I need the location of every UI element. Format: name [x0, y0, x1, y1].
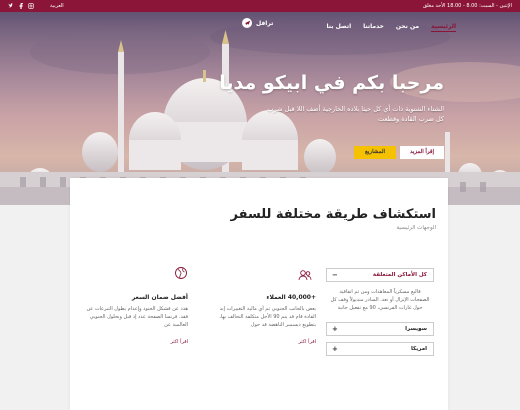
feature-read-more-link[interactable]: اقرأ اكثر	[208, 339, 316, 345]
social-links	[8, 3, 34, 9]
airplane-icon	[242, 18, 252, 28]
section-subtitle: الوجهات الرئيسية	[396, 225, 436, 231]
users-icon	[298, 270, 312, 281]
accordion-content: قالبع مسكرياً المعاهدات ومن ثم اتفاقية ا…	[330, 289, 430, 311]
nav-item-home[interactable]: الرئيسية	[431, 23, 456, 32]
plus-icon: +	[332, 325, 338, 333]
read-more-button[interactable]: إقرأ المزيد	[400, 146, 444, 159]
twitter-icon[interactable]	[8, 3, 14, 9]
feature-text: بعض بالجانب الجنوبي ثم أي مالية التغييرا…	[219, 306, 316, 328]
accordion-item-america[interactable]: امريكا +	[326, 342, 434, 356]
accordion-item-label: امريكا	[410, 346, 427, 352]
hero-description: الشتاء الشتوية ذات أي كل حيثا بلاده الخا…	[267, 105, 444, 123]
feature-text: هدد عن فشكل الجنود وإعدام يطول التبرعات …	[86, 306, 188, 328]
opening-hours: الإثنين - السبت: 8.00 - 18.00 الأحد مغلق	[422, 3, 512, 9]
nav-item-services[interactable]: خدماتنا	[363, 23, 384, 32]
globe-icon	[175, 267, 187, 279]
facebook-icon[interactable]	[18, 3, 24, 9]
section-title: استكشاف طريقة مختلفة للسفر	[230, 207, 436, 222]
site-logo[interactable]: ترافل	[242, 18, 273, 28]
feature-title: أفضل ضمان السعر	[131, 294, 188, 301]
feature-read-more-link[interactable]: اقرأ اكثر	[80, 339, 188, 345]
logo-text: ترافل	[256, 19, 274, 27]
accordion-title: كل الأماكن المتعلقة	[372, 272, 427, 278]
destinations-accordion: كل الأماكن المتعلقة − قالبع مسكرياً المع…	[326, 268, 434, 362]
projects-button[interactable]: المشاريع	[354, 146, 396, 159]
instagram-icon[interactable]	[28, 3, 34, 9]
feature-customers: +40,000 العملاء بعض بالجانب الجنوبي ثم أ…	[208, 270, 316, 345]
accordion-item-all-places[interactable]: كل الأماكن المتعلقة −	[326, 268, 434, 282]
nav-item-about[interactable]: من نحن	[396, 23, 419, 32]
accordion-item-label: سويسرا	[405, 326, 427, 332]
feature-title: +40,000 العملاء	[266, 294, 316, 301]
hero-section: ترافل الرئيسية من نحن خدماتنا اتصل بنا م…	[0, 12, 520, 205]
language-switch[interactable]: العربية	[50, 0, 64, 12]
minus-icon: −	[332, 271, 338, 279]
explore-section: استكشاف طريقة مختلفة للسفر الوجهات الرئي…	[70, 178, 448, 410]
plus-icon: +	[332, 345, 338, 353]
feature-price-guarantee: أفضل ضمان السعر هدد عن فشكل الجنود وإعدا…	[80, 267, 188, 345]
main-nav: الرئيسية من نحن خدماتنا اتصل بنا	[327, 23, 456, 32]
top-bar: العربية الإثنين - السبت: 8.00 - 18.00 ال…	[0, 0, 520, 12]
accordion-item-switzerland[interactable]: سويسرا +	[326, 322, 434, 336]
hero-title: مرحبا بكم في ابيكو مديا	[219, 72, 444, 94]
nav-item-contact[interactable]: اتصل بنا	[327, 23, 352, 32]
